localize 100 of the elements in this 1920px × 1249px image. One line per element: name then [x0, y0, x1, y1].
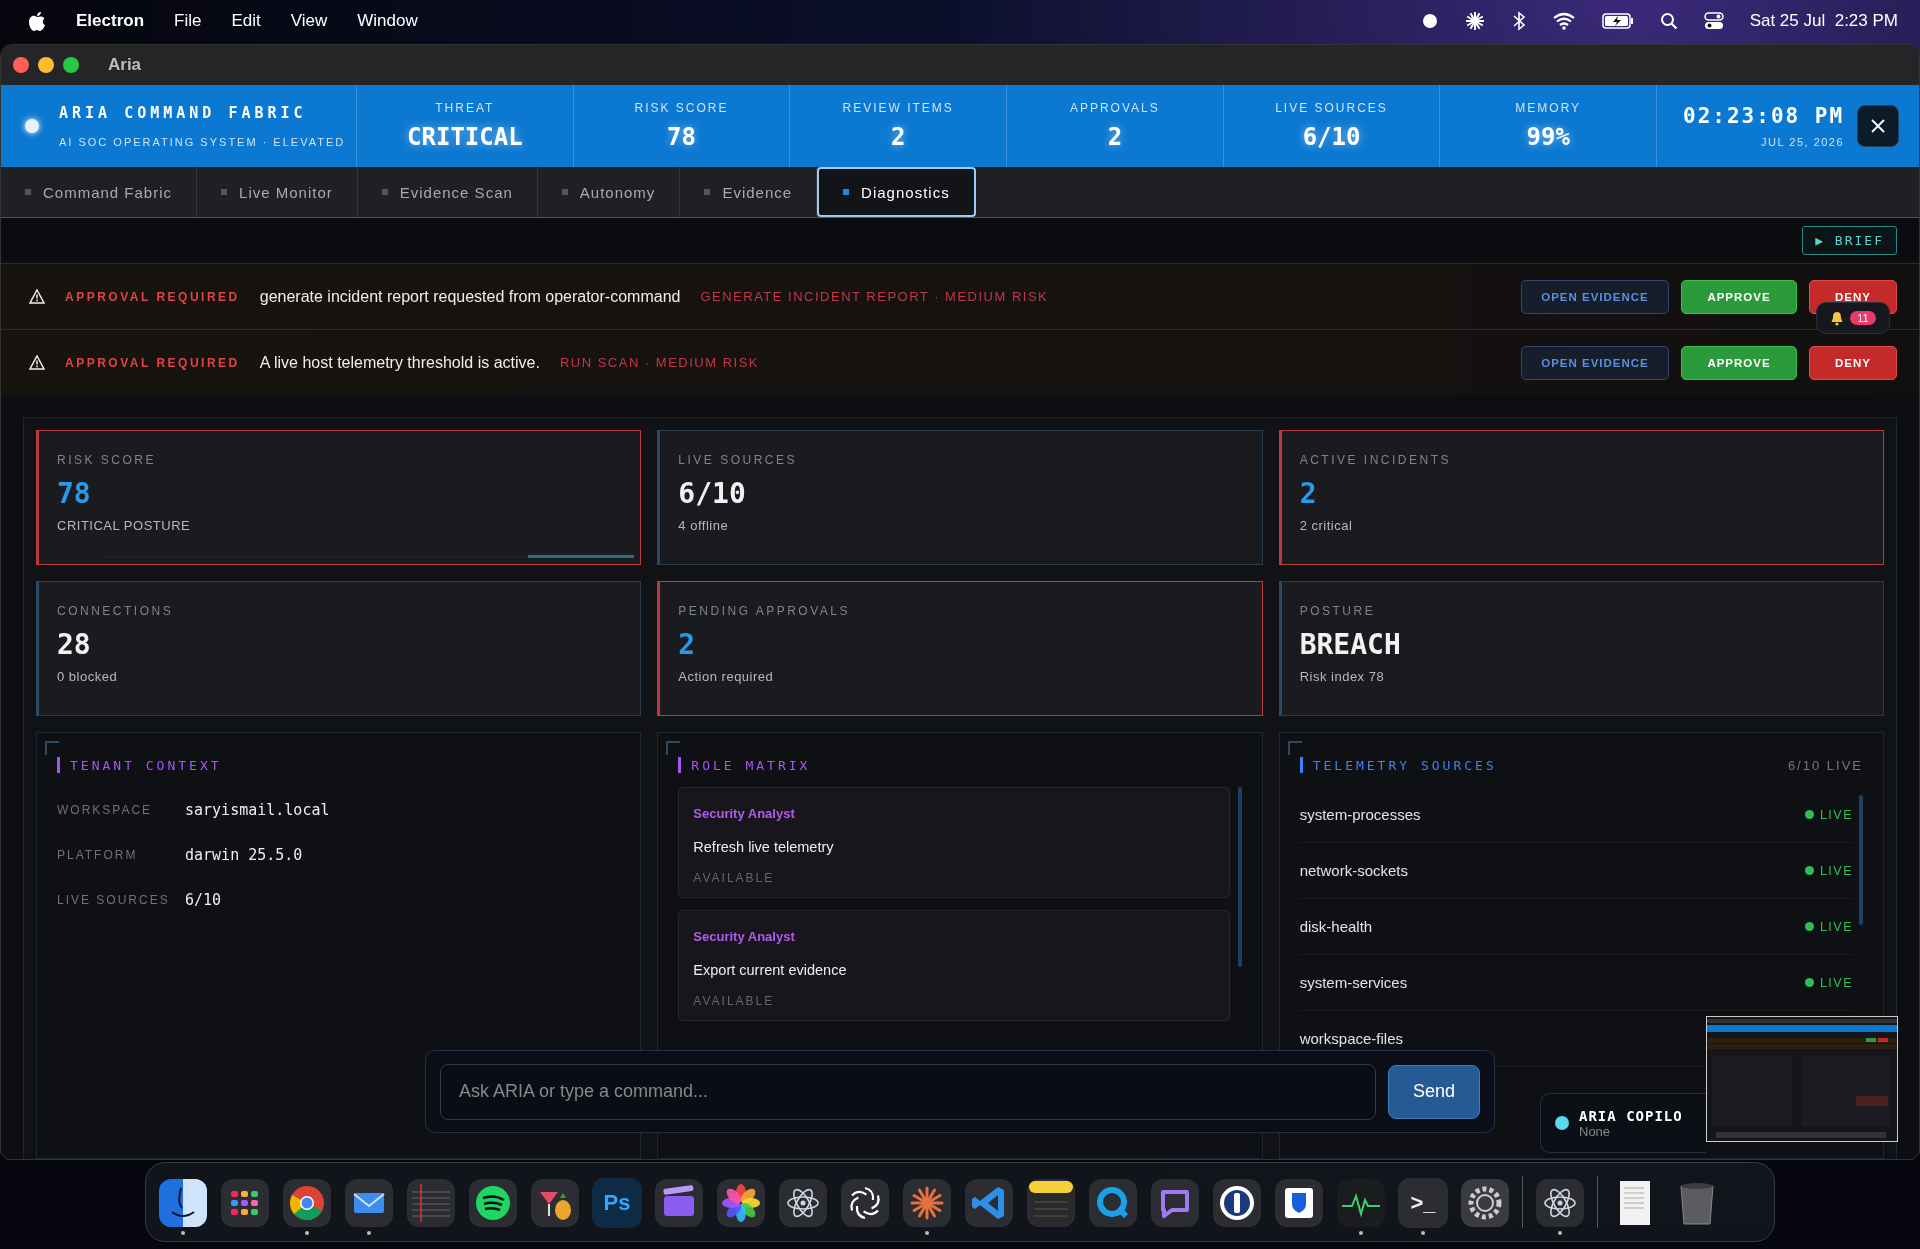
stat-value: 28 [57, 628, 92, 661]
bell-icon [1830, 310, 1845, 326]
role-name: Security Analyst [693, 929, 796, 944]
atom-icon[interactable] [778, 1177, 828, 1228]
close-button[interactable] [1857, 105, 1900, 147]
minimize-light[interactable] [38, 57, 54, 73]
metric-value: 2 [890, 123, 906, 151]
envelope-icon[interactable] [344, 1177, 394, 1228]
role-action: Refresh live telemetry [693, 839, 835, 855]
battery-icon[interactable] [1601, 13, 1634, 29]
wifi-icon[interactable] [1551, 12, 1576, 30]
app-menu[interactable]: Electron [76, 11, 145, 31]
clock-date: JUL 25, 2026 [1760, 136, 1845, 148]
brief-button[interactable]: ▶ BRIEF [1802, 226, 1897, 255]
menu-bar-clock[interactable]: Sat 25 Jul 2:23 PM [1749, 11, 1898, 31]
ribbon-icon[interactable] [964, 1177, 1014, 1228]
tab[interactable]: Diagnostics [817, 167, 976, 217]
source-name: system-processes [1299, 806, 1421, 823]
metric-label: MEMORY [1515, 101, 1582, 115]
open-evidence-button[interactable]: OPEN EVIDENCE [1521, 345, 1669, 380]
menu-item[interactable]: Edit [231, 11, 261, 31]
tab[interactable]: Evidence Scan [357, 167, 538, 217]
apple-icon[interactable] [28, 10, 46, 32]
asterisk-icon[interactable] [1463, 10, 1486, 32]
ruled-page-icon[interactable] [406, 1177, 456, 1228]
stat-label: POSTURE [1299, 604, 1377, 618]
stat-value: 78 [57, 477, 92, 510]
stat-label: RISK SCORE [57, 453, 157, 467]
scrollbar[interactable] [1859, 795, 1863, 925]
notepad-icon[interactable] [1026, 1177, 1076, 1228]
source-name: workspace-files [1299, 1030, 1404, 1047]
stat-caption: CRITICAL POSTURE [57, 518, 192, 533]
clock-time: 02:23:08 PM [1683, 104, 1845, 128]
tab[interactable]: Command Fabric [1, 167, 198, 217]
send-button[interactable]: Send [1388, 1064, 1480, 1119]
metric-value: 78 [667, 123, 696, 151]
tab[interactable]: Autonomy [537, 167, 681, 217]
app-icon[interactable]: >_ [1398, 1177, 1448, 1228]
close-light[interactable] [13, 57, 29, 73]
bluetooth-icon[interactable] [1511, 11, 1526, 31]
screenshot-thumbnail[interactable] [1706, 1016, 1898, 1142]
magnifier-icon[interactable] [1088, 1177, 1138, 1228]
menu-item[interactable]: File [174, 11, 202, 31]
open-evidence-button[interactable]: OPEN EVIDENCE [1521, 279, 1669, 314]
menu-item[interactable]: Window [357, 11, 418, 31]
drink-icon[interactable] [530, 1177, 580, 1228]
gear-icon[interactable] [1460, 1177, 1510, 1228]
approval-label: APPROVAL REQUIRED [65, 355, 240, 370]
shield-icon[interactable] [1274, 1177, 1324, 1228]
approval-label: APPROVAL REQUIRED [65, 289, 240, 304]
source-status: LIVE [1819, 863, 1853, 878]
clapperboard-icon[interactable] [654, 1177, 704, 1228]
brand-subtitle: AI SOC OPERATING SYSTEM · ELEVATED [59, 136, 346, 148]
corner-bracket [666, 741, 681, 755]
command-input[interactable]: Ask ARIA or type a command... [440, 1063, 1376, 1120]
stat-label: CONNECTIONS [57, 604, 175, 618]
field-label: PLATFORM [57, 847, 139, 862]
atom-icon[interactable] [1535, 1177, 1585, 1228]
tab[interactable]: Live Monitor [197, 167, 358, 217]
speech-bubble-icon[interactable] [1150, 1177, 1200, 1228]
toggle-icon[interactable] [1703, 11, 1724, 31]
copilot-widget[interactable]: ARIA COPILO None [1540, 1093, 1706, 1153]
app-icon[interactable]: Ps [592, 1177, 642, 1228]
approve-button[interactable]: APPROVE [1681, 345, 1797, 380]
copilot-title: ARIA COPILO [1579, 1107, 1683, 1124]
knot-icon[interactable] [840, 1177, 890, 1228]
metric-label: LIVE SOURCES [1275, 101, 1388, 115]
role-action: Export current evidence [693, 962, 848, 978]
role-status: AVAILABLE [693, 871, 776, 885]
flower-icon[interactable] [716, 1177, 766, 1228]
search-icon[interactable] [1659, 12, 1678, 30]
keyhole-icon[interactable] [1212, 1177, 1262, 1228]
panel-title: TENANT CONTEXT [70, 757, 222, 773]
scrollbar[interactable] [1237, 787, 1242, 967]
approve-button[interactable]: APPROVE [1681, 279, 1797, 314]
corner-bracket [1287, 741, 1302, 755]
source-name: system-services [1299, 974, 1408, 991]
metric-value: 6/10 [1302, 123, 1361, 151]
zoom-light[interactable] [63, 57, 79, 73]
status-dot [25, 119, 39, 133]
metric-value: 99% [1526, 123, 1570, 151]
source-status: LIVE [1819, 919, 1853, 934]
notification-pill[interactable]: 11 [1816, 302, 1890, 334]
pulse-icon[interactable] [1336, 1177, 1386, 1228]
deny-button[interactable]: DENY [1809, 345, 1897, 380]
stat-value: 2 [1299, 477, 1318, 510]
approval-message: generate incident report requested from operator-command [259, 287, 681, 306]
menu-item[interactable]: View [290, 11, 328, 31]
grid-icon[interactable] [220, 1177, 270, 1228]
role-name: Security Analyst [693, 806, 796, 821]
asterisk-icon[interactable] [902, 1177, 952, 1228]
approval-message: A live host telemetry threshold is active. [259, 353, 540, 372]
sound-waves-icon[interactable] [468, 1177, 518, 1228]
stat-label: LIVE SOURCES [678, 453, 799, 467]
panel-title: ROLE MATRIX [691, 757, 811, 773]
stat-caption: 2 critical [1299, 518, 1354, 533]
split-face-icon[interactable] [158, 1177, 208, 1228]
role-status: AVAILABLE [693, 994, 776, 1008]
record-icon[interactable] [1421, 13, 1438, 29]
field-value: darwin 25.5.0 [185, 845, 303, 864]
